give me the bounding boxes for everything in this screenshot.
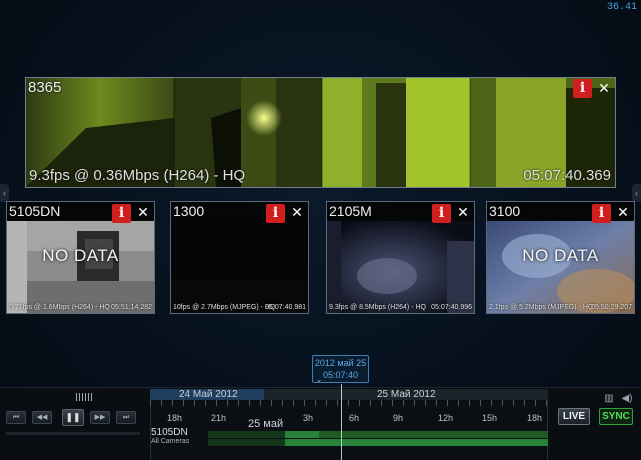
info-icon[interactable]: i [573,79,592,98]
video-feed [327,221,474,313]
hour-tick-label: 12h [438,413,454,423]
close-icon[interactable]: ✕ [456,204,470,220]
close-icon[interactable]: ✕ [616,204,630,220]
camera-name: 8365 [28,79,62,96]
close-icon[interactable]: ✕ [290,204,304,220]
stream-timestamp: 05:07:40.981 [265,304,306,311]
day-label: 25 май [248,418,284,430]
no-data-label: NO DATA [522,246,599,265]
left-panel-toggle[interactable]: ‹ [0,184,9,202]
sync-button[interactable]: SYNC [599,408,633,425]
skip-start-icon[interactable]: ⏮ [6,411,26,424]
camera-name: 5105DN [9,203,61,219]
hour-tick-label: 18h [527,413,543,423]
video-feed [7,221,154,313]
stream-timestamp: 05:51:14.282 [111,304,152,311]
step-forward-icon[interactable]: ▶▶ [90,411,110,424]
pause-button[interactable]: ❚❚ [62,409,84,426]
chevron-down-icon[interactable]: ⌄ [314,376,324,384]
camera-name: 2105M [329,203,372,219]
camera-tile-1[interactable]: 5105DN i ✕ NO DATA 0.71fps @ 1.6Mbps (H2… [6,201,155,314]
close-icon[interactable]: ✕ [597,80,611,96]
volume-icon[interactable]: ◀) [620,393,634,405]
fps-counter: 36.41 [606,2,637,13]
hour-tick-label: 3h [303,413,314,423]
right-panel-toggle[interactable]: ‹ [632,184,641,202]
hour-tick-label: 6h [349,413,360,423]
hour-tick-label: 9h [393,413,404,423]
camera-tile-3[interactable]: 2105M i ✕ 9.3fps @ 8.5Mbps (H264) - HQ 0… [326,201,475,314]
stream-timestamp: 05:07:40.369 [523,167,611,184]
video-feed [171,221,308,313]
timeline-camera-name: 5105DN [151,427,188,438]
stream-timestamp: 05:50:29.207 [591,304,632,311]
stream-timestamp: 05:07:40.996 [431,304,472,311]
skip-end-icon[interactable]: ⏭ [116,411,136,424]
recording-track [285,439,548,446]
camera-tile-2[interactable]: 1300 i ✕ 10fps @ 2.7Mbps (MJPEG) - HQ 05… [170,201,309,314]
live-button[interactable]: LIVE [558,408,590,425]
stream-stats: 0.71fps @ 1.6Mbps (H264) - HQ [9,304,110,311]
cursor-date: 2012 май 25 [314,358,367,368]
hour-tick-label: 18h [167,413,183,423]
camera-name: 1300 [173,203,205,219]
speed-slider[interactable] [6,432,140,435]
recording-track [208,431,285,438]
hour-tick-label: 15h [482,413,498,423]
info-icon[interactable]: i [592,204,611,223]
step-back-icon[interactable]: ◀◀ [32,411,52,424]
playhead[interactable] [341,384,342,460]
hour-tick-label: 21h [211,413,227,423]
stream-stats: 2.1fps @ 5.2Mbps (MJPEG) - HQ [489,304,594,311]
playback-grip-icon[interactable] [76,393,92,401]
recording-track [285,431,319,438]
video-feed [487,221,634,313]
timeline-date-label: 25 Май 2012 [377,389,436,400]
info-icon[interactable]: i [112,204,131,223]
camera-tile-4[interactable]: 3100 i ✕ NO DATA 2.1fps @ 5.2Mbps (MJPEG… [486,201,635,314]
recording-track [319,431,548,438]
no-data-label: NO DATA [42,246,119,265]
grip-icon[interactable]: ▥ [602,393,616,405]
stream-stats: 9.3fps @ 0.36Mbps (H264) - HQ [29,167,246,184]
timeline-date-label: 24 Май 2012 [179,389,238,400]
camera-tile-main[interactable]: 8365 i ✕ 9.3fps @ 0.36Mbps (H264) - HQ 0… [25,77,616,188]
recording-track [208,439,285,446]
stream-stats: 9.3fps @ 8.5Mbps (H264) - HQ [329,304,426,311]
info-icon[interactable]: i [432,204,451,223]
camera-name: 3100 [489,203,521,219]
info-icon[interactable]: i [266,204,285,223]
timeline-camera-group: All Cameras [151,438,190,445]
stream-stats: 10fps @ 2.7Mbps (MJPEG) - HQ [173,304,276,311]
close-icon[interactable]: ✕ [136,204,150,220]
